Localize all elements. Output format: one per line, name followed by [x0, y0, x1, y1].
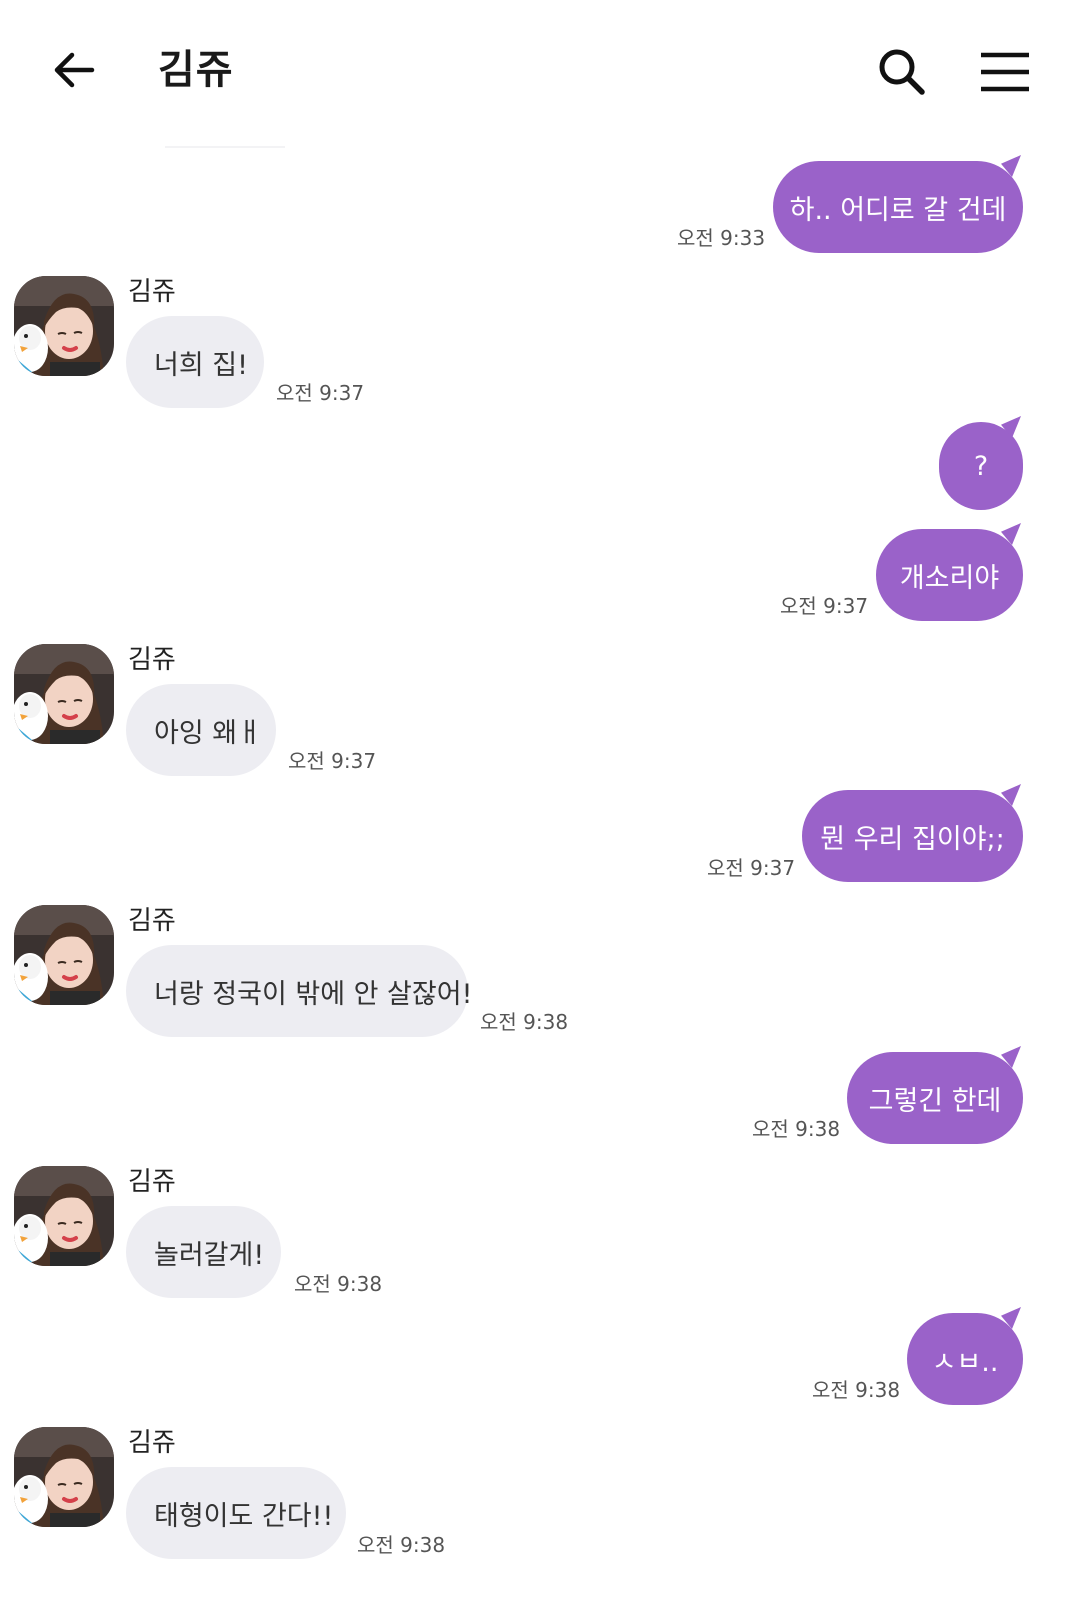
- profile-photo: [14, 905, 114, 1005]
- message-time: 오전 9:38: [812, 1378, 901, 1402]
- message-time: 오전 9:37: [780, 594, 869, 618]
- outgoing-message-bubble[interactable]: 그렇긴 한데: [847, 1052, 1023, 1144]
- message-list[interactable]: 오전 9:33 하.. 어디로 갈 건데 김쥬 너희 집! 오전 9:37 ? …: [0, 0, 1080, 1620]
- message-time: 오전 9:37: [288, 749, 377, 773]
- incoming-message-bubble[interactable]: 너랑 정국이 밖에 안 살잖어!: [126, 945, 472, 1037]
- sender-name: 김쥬: [128, 1428, 176, 1458]
- sender-name: 김쥬: [128, 645, 176, 675]
- avatar[interactable]: [14, 905, 114, 1005]
- sender-name: 김쥬: [128, 1167, 176, 1197]
- message-time: 오전 9:38: [752, 1117, 841, 1141]
- outgoing-message-bubble[interactable]: 하.. 어디로 갈 건데: [773, 161, 1023, 253]
- sender-name: 김쥬: [128, 277, 176, 307]
- profile-photo: [14, 1427, 114, 1527]
- outgoing-message-bubble[interactable]: 뭔 우리 집이야;;: [802, 790, 1023, 882]
- outgoing-message-bubble[interactable]: 개소리야: [876, 529, 1023, 621]
- incoming-message-bubble[interactable]: 아잉 왜ㅐ: [126, 684, 276, 776]
- incoming-message-bubble[interactable]: 너희 집!: [126, 316, 264, 408]
- avatar[interactable]: [14, 1427, 114, 1527]
- avatar[interactable]: [14, 644, 114, 744]
- profile-photo: [14, 644, 114, 744]
- message-time: 오전 9:37: [276, 381, 365, 405]
- incoming-message-bubble[interactable]: 태형이도 간다!!: [126, 1467, 346, 1559]
- avatar[interactable]: [14, 1166, 114, 1266]
- message-time: 오전 9:38: [357, 1533, 446, 1557]
- profile-photo: [14, 1166, 114, 1266]
- profile-photo: [14, 276, 114, 376]
- message-time: 오전 9:38: [294, 1272, 383, 1296]
- message-time: 오전 9:37: [707, 856, 796, 880]
- sender-name: 김쥬: [128, 906, 176, 936]
- incoming-message-bubble[interactable]: 놀러갈게!: [126, 1206, 281, 1298]
- outgoing-message-bubble[interactable]: ㅅㅂ..: [907, 1313, 1023, 1405]
- message-time: 오전 9:38: [480, 1010, 569, 1034]
- message-time: 오전 9:33: [677, 226, 766, 250]
- outgoing-message-bubble[interactable]: ?: [939, 422, 1023, 510]
- avatar[interactable]: [14, 276, 114, 376]
